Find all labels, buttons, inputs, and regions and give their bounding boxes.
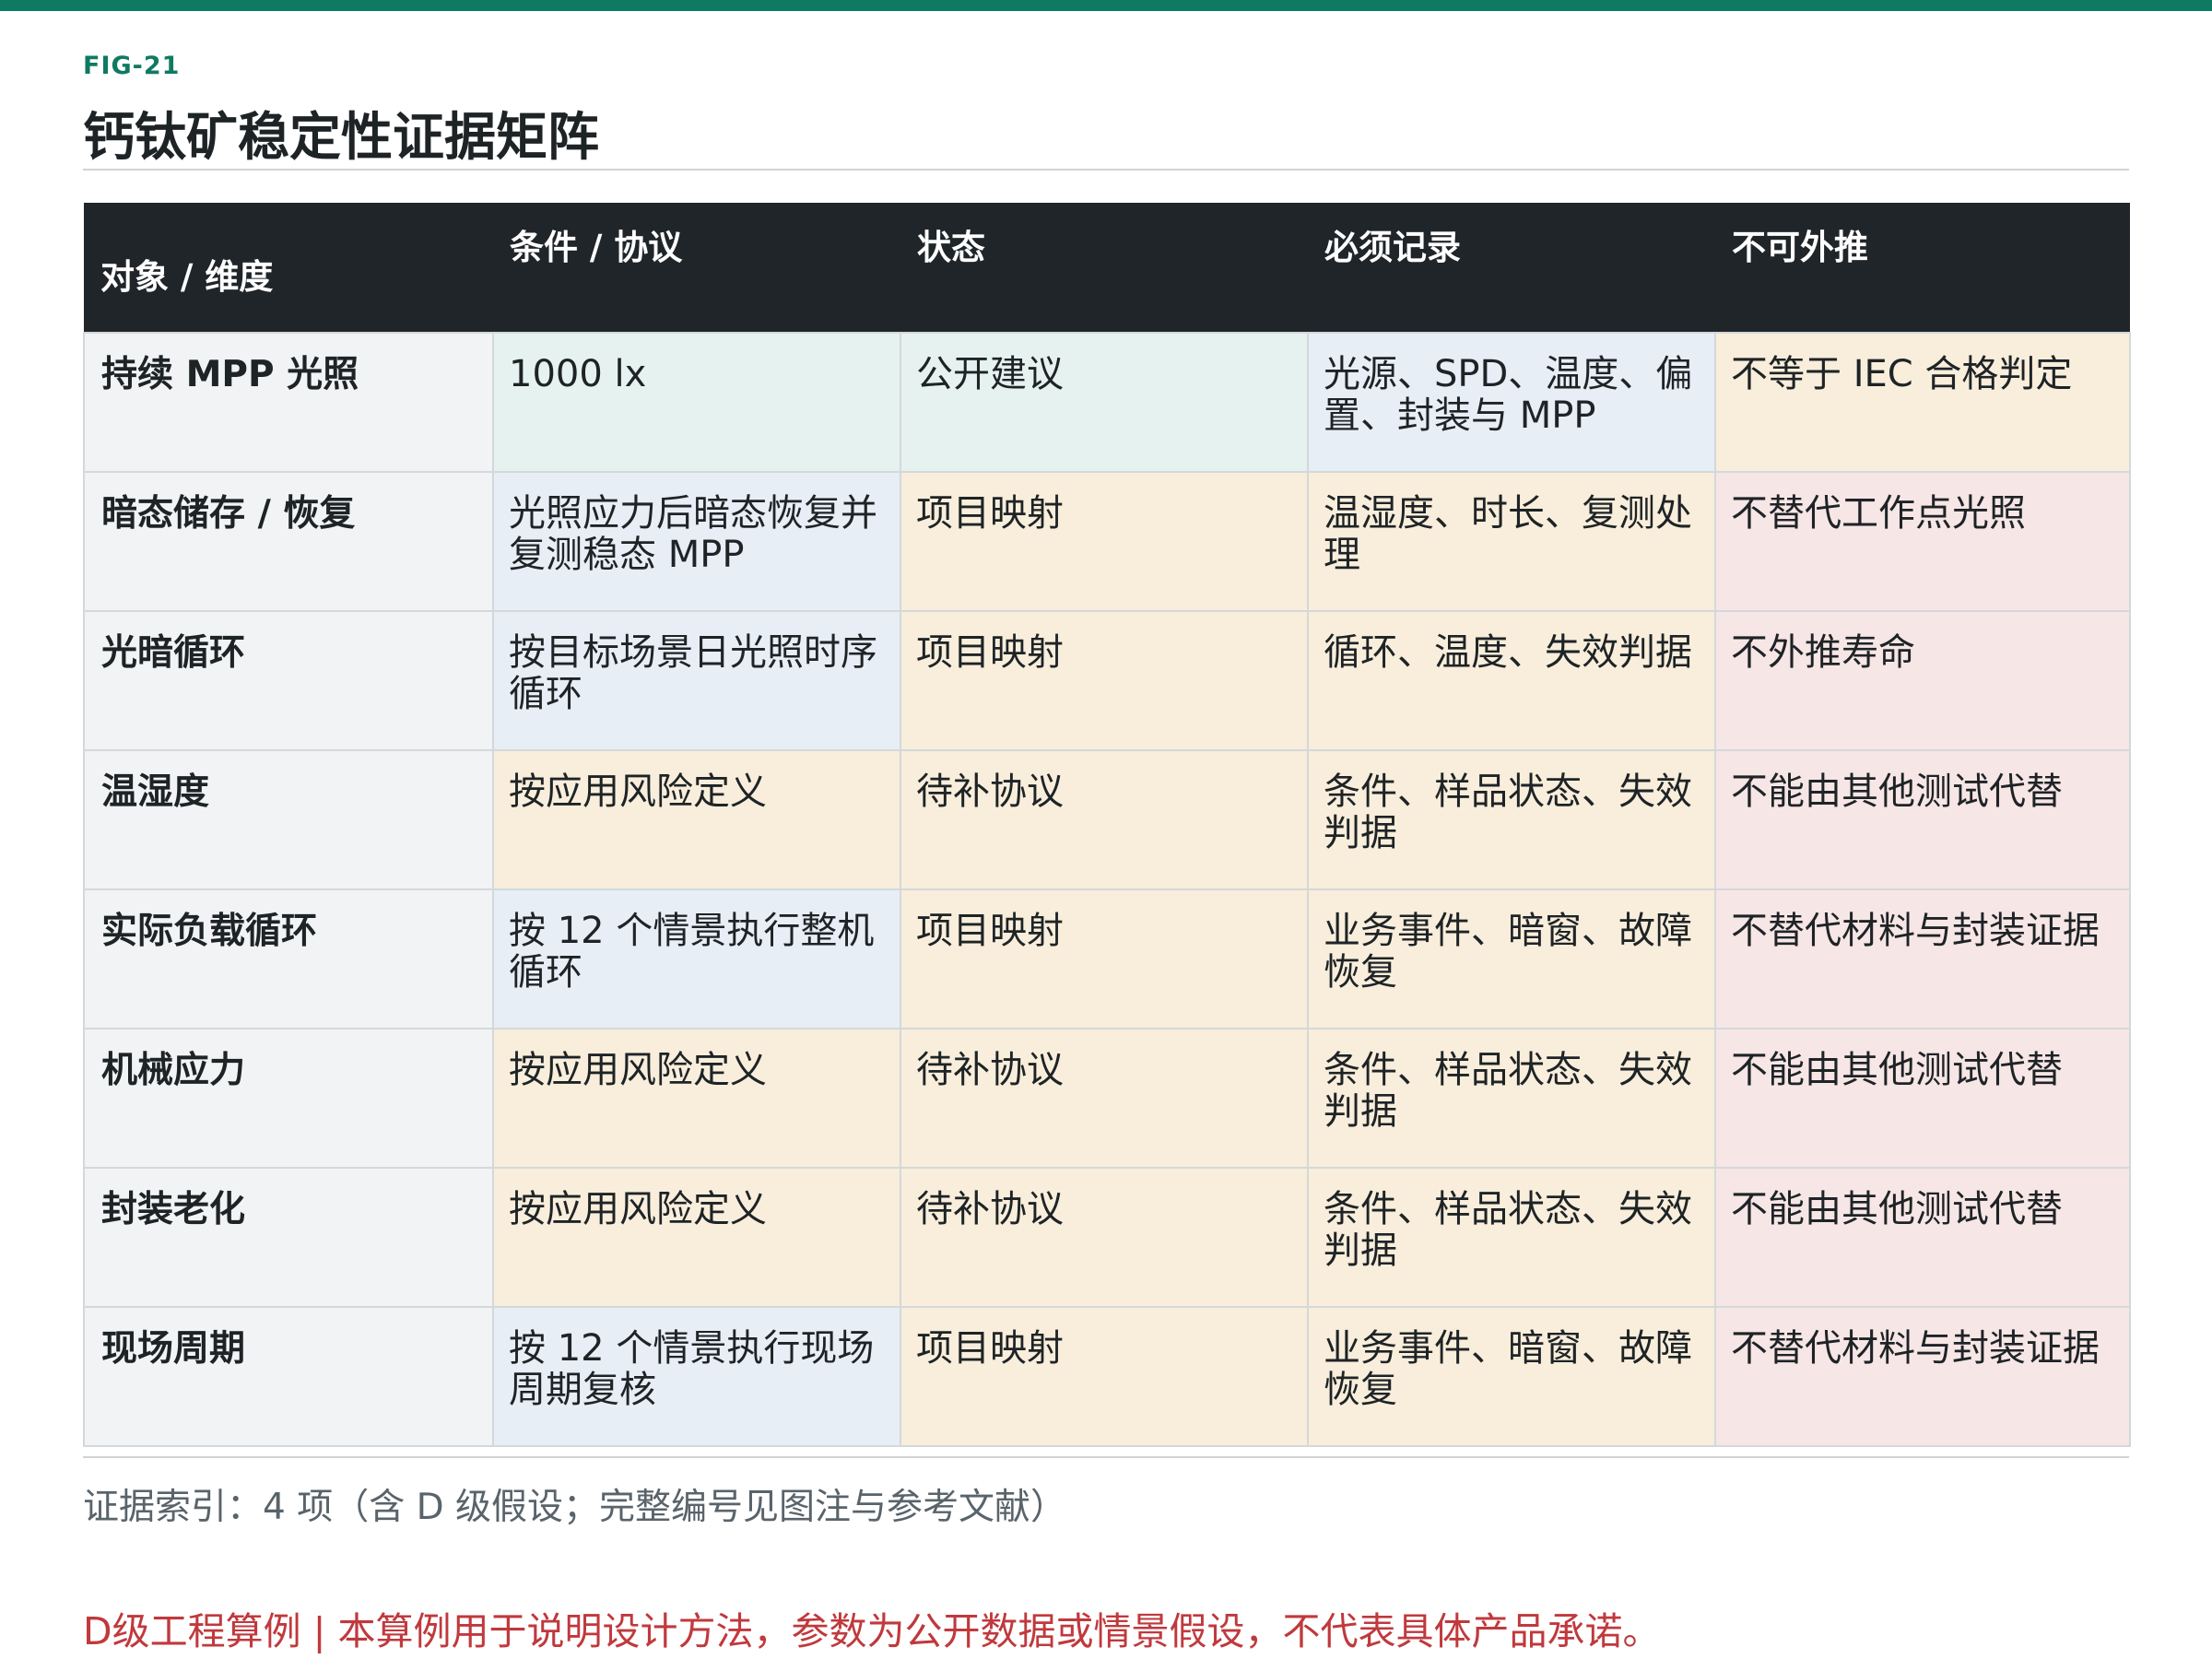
cell-condition: 按应用风险定义	[492, 1028, 901, 1169]
cell-record: 光源、SPD、温度、偏置、封装与 MPP	[1307, 332, 1716, 473]
cell-condition: 按目标场景日光照时序循环	[492, 610, 901, 751]
cell-record: 条件、样品状态、失效判据	[1307, 1167, 1716, 1308]
cell-dimension: 持续 MPP 光照	[83, 332, 494, 473]
cell-status: 项目映射	[900, 610, 1309, 751]
footer-divider	[83, 1456, 2129, 1458]
table-row: 封装老化 按应用风险定义 待补协议 条件、样品状态、失效判据 不能由其他测试代替	[83, 1167, 2131, 1308]
column-header-limit: 不可外推	[1715, 203, 2130, 333]
cell-status: 待补协议	[900, 1028, 1309, 1169]
table-header-row: 对象 / 维度 条件 / 协议 状态 必须记录 不可外推	[84, 203, 2130, 333]
column-header-record: 必须记录	[1308, 203, 1715, 333]
cell-limit: 不外推寿命	[1714, 610, 2131, 751]
cell-limit: 不替代工作点光照	[1714, 471, 2131, 612]
cell-limit: 不替代材料与封装证据	[1714, 888, 2131, 1030]
cell-dimension: 光暗循环	[83, 610, 494, 751]
cell-limit: 不替代材料与封装证据	[1714, 1306, 2131, 1447]
cell-status: 公开建议	[900, 332, 1309, 473]
table-row: 机械应力 按应用风险定义 待补协议 条件、样品状态、失效判据 不能由其他测试代替	[83, 1028, 2131, 1169]
cell-limit: 不等于 IEC 合格判定	[1714, 332, 2131, 473]
table-row: 光暗循环 按目标场景日光照时序循环 项目映射 循环、温度、失效判据 不外推寿命	[83, 610, 2131, 751]
cell-condition: 按 12 个情景执行整机循环	[492, 888, 901, 1030]
table-row: 温湿度 按应用风险定义 待补协议 条件、样品状态、失效判据 不能由其他测试代替	[83, 749, 2131, 890]
evidence-index-note: 证据索引：4 项（含 D 级假设；完整编号见图注与参考文献）	[83, 1487, 1067, 1528]
top-accent-bar	[0, 0, 2212, 11]
cell-dimension: 温湿度	[83, 749, 494, 890]
cell-status: 项目映射	[900, 471, 1309, 612]
cell-dimension: 封装老化	[83, 1167, 494, 1308]
evidence-matrix-table: 对象 / 维度 条件 / 协议 状态 必须记录 不可外推 持续 MPP 光照 10…	[83, 203, 2131, 1447]
cell-record: 条件、样品状态、失效判据	[1307, 749, 1716, 890]
cell-record: 业务事件、暗窗、故障恢复	[1307, 888, 1716, 1030]
cell-status: 项目映射	[900, 888, 1309, 1030]
title-divider	[83, 169, 2129, 171]
cell-limit: 不能由其他测试代替	[1714, 1028, 2131, 1169]
cell-dimension: 机械应力	[83, 1028, 494, 1169]
table-row: 现场周期按 12 个情景执行现场周期复核 项目映射 业务事件、暗窗、故障恢复 不替代材…	[83, 1306, 2131, 1447]
cell-condition: 按 12 个情景执行现场周期复核	[492, 1306, 901, 1447]
cell-condition: 按应用风险定义	[492, 1167, 901, 1308]
disclaimer-note: D级工程算例 | 本算例用于说明设计方法，参数为公开数据或情景假设，不代表具体产…	[83, 1609, 1661, 1653]
cell-status: 项目映射	[900, 1306, 1309, 1447]
cell-dimension: 暗态储存 / 恢复	[83, 471, 494, 612]
table-row: 持续 MPP 光照 1000 lx 公开建议 光源、SPD、温度、偏置、封装与 MPP…	[83, 332, 2131, 473]
cell-status: 待补协议	[900, 749, 1309, 890]
figure-label: FIG-21	[83, 52, 181, 80]
column-header-condition: 条件 / 协议	[493, 203, 900, 333]
cell-status: 待补协议	[900, 1167, 1309, 1308]
column-header-status: 状态	[900, 203, 1308, 333]
cell-record: 条件、样品状态、失效判据	[1307, 1028, 1716, 1169]
cell-record: 业务事件、暗窗、故障恢复	[1307, 1306, 1716, 1447]
cell-dimension: 实际负载循环	[83, 888, 494, 1030]
cell-condition: 1000 lx	[492, 332, 901, 473]
table-row: 实际负载循环按 12 个情景执行整机循环 项目映射 业务事件、暗窗、故障恢复 不替代材…	[83, 888, 2131, 1030]
cell-record: 温湿度、时长、复测处理	[1307, 471, 1716, 612]
cell-limit: 不能由其他测试代替	[1714, 1167, 2131, 1308]
cell-condition: 光照应力后暗态恢复并复测稳态 MPP	[492, 471, 901, 612]
cell-condition: 按应用风险定义	[492, 749, 901, 890]
table-row: 暗态储存 / 恢复 光照应力后暗态恢复并复测稳态 MPP 项目映射 温湿度、时长、复测…	[83, 471, 2131, 612]
page-title: 钙钛矿稳定性证据矩阵	[83, 108, 599, 168]
cell-limit: 不能由其他测试代替	[1714, 749, 2131, 890]
cell-record: 循环、温度、失效判据	[1307, 610, 1716, 751]
column-header-dimension: 对象 / 维度	[84, 203, 493, 333]
cell-dimension: 现场周期	[83, 1306, 494, 1447]
